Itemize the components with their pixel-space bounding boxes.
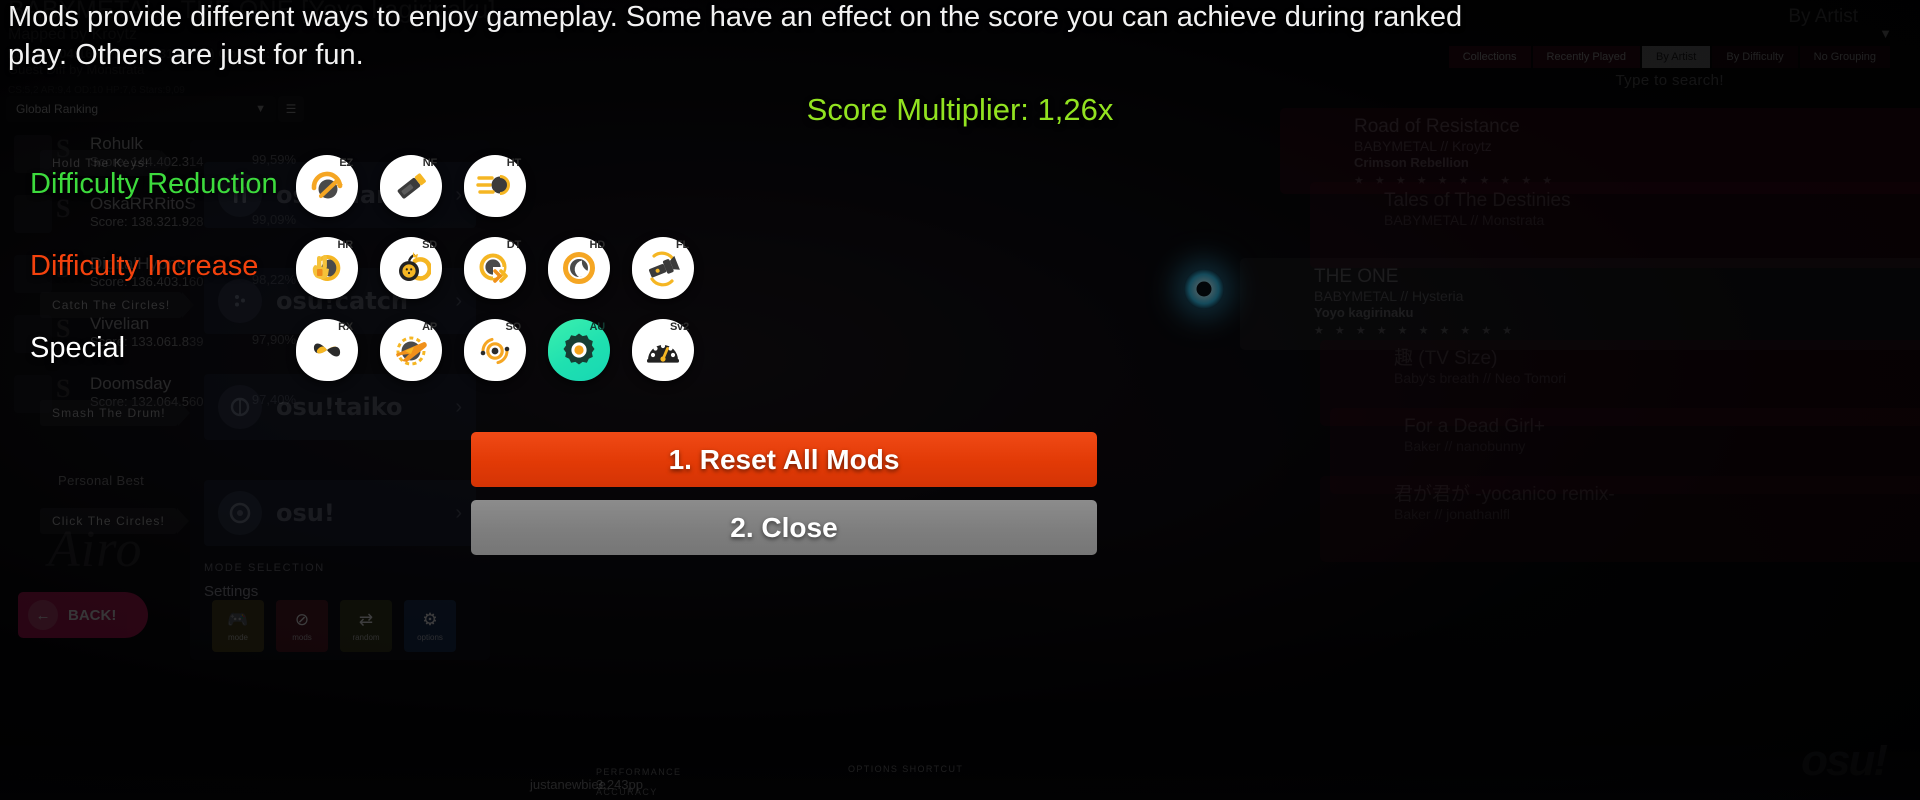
mod-button-fl[interactable]: FL bbox=[632, 237, 694, 299]
mod-acronym: HD bbox=[589, 239, 606, 251]
mod-button-sv2[interactable]: Sv2 bbox=[632, 319, 694, 381]
autopilot-icon bbox=[391, 330, 431, 370]
mod-button-rx[interactable]: RX bbox=[296, 319, 358, 381]
mod-acronym: NF bbox=[422, 157, 437, 169]
mod-acronym: RX bbox=[338, 321, 353, 333]
hidden-icon bbox=[559, 248, 599, 288]
score-v2-icon bbox=[643, 330, 683, 370]
half-time-icon bbox=[475, 166, 515, 206]
reset-all-mods-button[interactable]: 1. Reset All Mods bbox=[471, 432, 1097, 487]
auto-gear-icon bbox=[558, 329, 600, 371]
score-multiplier: Score Multiplier: 1,26x bbox=[806, 92, 1114, 127]
mod-acronym: FL bbox=[675, 239, 689, 251]
category-label-difficulty-reduction: Difficulty Reduction bbox=[30, 168, 278, 200]
mod-button-ht[interactable]: HT bbox=[464, 155, 526, 217]
double-time-icon bbox=[475, 248, 515, 288]
mod-acronym: SO bbox=[505, 321, 522, 333]
close-button[interactable]: 2. Close bbox=[471, 500, 1097, 555]
mod-acronym: EZ bbox=[339, 157, 353, 169]
mod-button-so[interactable]: SO bbox=[464, 319, 526, 381]
hard-rock-icon bbox=[307, 248, 347, 288]
mod-button-sd[interactable]: SD bbox=[380, 237, 442, 299]
mod-button-nf[interactable]: NF bbox=[380, 155, 442, 217]
mod-row-special: RX AP SO AU Sv2 bbox=[296, 319, 694, 381]
relax-icon bbox=[307, 330, 347, 370]
mod-select-overlay: Mods provide different ways to enjoy gam… bbox=[0, 0, 1920, 800]
mod-acronym: Sv2 bbox=[670, 321, 689, 333]
category-label-difficulty-increase: Difficulty Increase bbox=[30, 250, 259, 282]
no-fail-icon bbox=[391, 166, 431, 206]
mod-acronym: HT bbox=[506, 157, 521, 169]
mod-acronym: DT bbox=[506, 239, 521, 251]
mod-acronym: HR bbox=[337, 239, 354, 251]
mod-description: Mods provide different ways to enjoy gam… bbox=[8, 1, 1463, 72]
category-label-special: Special bbox=[30, 332, 126, 364]
mod-button-ap[interactable]: AP bbox=[380, 319, 442, 381]
easy-icon bbox=[307, 166, 347, 206]
mod-button-dt[interactable]: DT bbox=[464, 237, 526, 299]
mod-acronym: AP bbox=[422, 321, 437, 333]
mod-row-difficulty-reduction: EZ NF HT bbox=[296, 155, 526, 217]
sudden-death-icon bbox=[391, 248, 431, 288]
mod-button-ez[interactable]: EZ bbox=[296, 155, 358, 217]
mod-acronym: SD bbox=[422, 239, 437, 251]
mod-button-hr[interactable]: HR bbox=[296, 237, 358, 299]
flashlight-icon bbox=[643, 248, 683, 288]
spun-out-icon bbox=[475, 330, 515, 370]
mod-button-au[interactable]: AU bbox=[548, 319, 610, 381]
mod-button-hd[interactable]: HD bbox=[548, 237, 610, 299]
mod-row-difficulty-increase: HR SD DT HD FL bbox=[296, 237, 694, 299]
mod-acronym: AU bbox=[589, 321, 606, 333]
